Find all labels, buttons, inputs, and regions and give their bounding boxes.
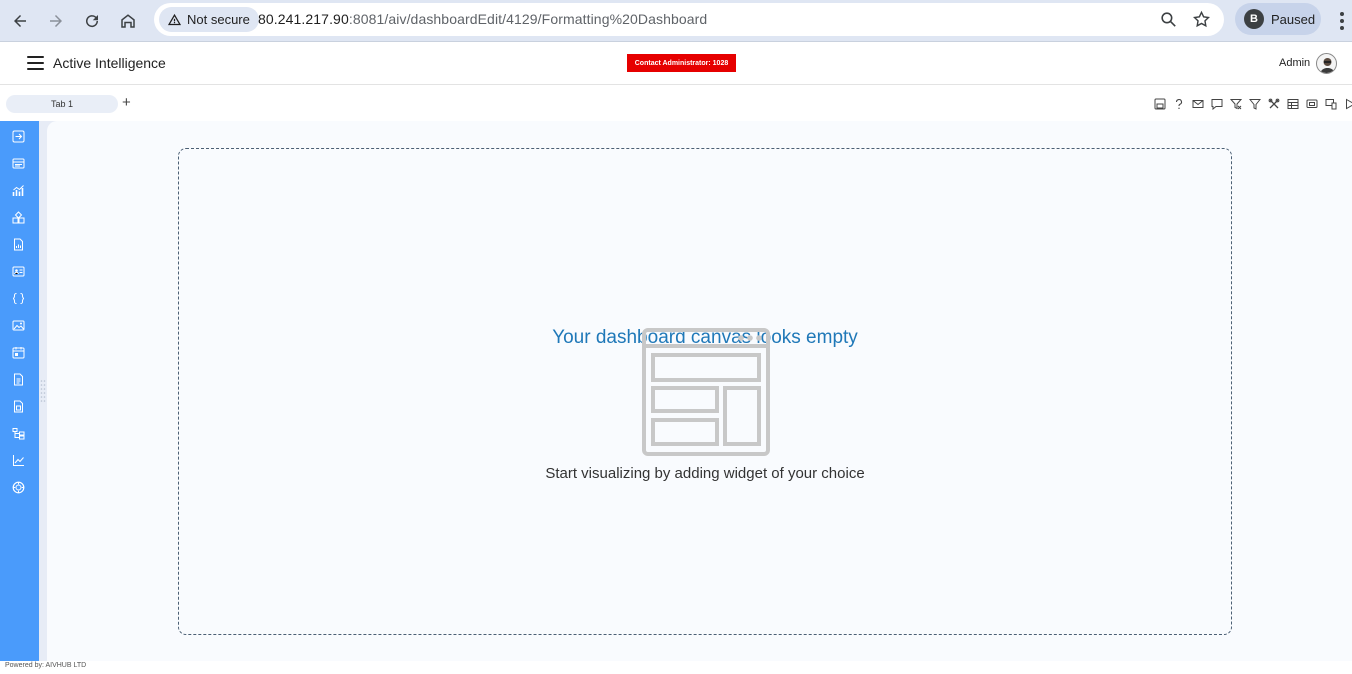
user-avatar-icon	[1320, 58, 1335, 73]
tab-1[interactable]: Tab 1	[6, 95, 118, 113]
add-tab-icon[interactable]: +	[122, 94, 131, 112]
reload-button[interactable]	[78, 7, 106, 35]
code-block-icon[interactable]	[12, 292, 25, 305]
image-icon[interactable]	[12, 319, 25, 332]
address-bar[interactable]: Not secure 80.241.217.90:8081/aiv/dashbo…	[154, 3, 1224, 36]
forward-button[interactable]	[42, 7, 70, 35]
home-button[interactable]	[114, 7, 142, 35]
profile-button[interactable]: B Paused	[1235, 3, 1321, 35]
clear-filter-icon[interactable]	[1229, 97, 1242, 110]
app-header: Active Intelligence Contact Administrato…	[0, 43, 1352, 85]
help-icon[interactable]	[1172, 97, 1185, 110]
warning-icon	[167, 13, 182, 26]
profile-card-icon[interactable]	[12, 265, 25, 278]
sidebar-resize-handle[interactable]	[40, 379, 46, 403]
gauge-icon[interactable]	[12, 481, 25, 494]
workspace: Your dashboard canvas looks empty Start …	[0, 121, 1352, 661]
hamburger-menu-icon[interactable]	[27, 56, 44, 70]
calendar-icon[interactable]	[12, 346, 25, 359]
home-icon	[121, 14, 135, 28]
security-chip[interactable]: Not secure	[159, 7, 259, 32]
play-icon[interactable]	[1343, 97, 1352, 110]
filter-icon[interactable]	[1248, 97, 1261, 110]
dashboard-tab-bar: Tab 1 +	[0, 86, 1352, 121]
widgets-icon[interactable]	[12, 211, 25, 224]
chart-icon[interactable]	[12, 184, 25, 197]
profile-avatar: B	[1244, 9, 1264, 29]
card-icon[interactable]	[12, 157, 25, 170]
comment-icon[interactable]	[1210, 97, 1223, 110]
back-button[interactable]	[6, 7, 34, 35]
browser-toolbar: Not secure 80.241.217.90:8081/aiv/dashbo…	[0, 0, 1352, 42]
license-notice: Contact Administrator: 1028	[627, 54, 736, 72]
trend-icon[interactable]	[12, 454, 25, 467]
preview-icon[interactable]	[1305, 97, 1318, 110]
arrow-left-icon	[14, 15, 26, 27]
security-label: Not secure	[187, 12, 250, 27]
reload-icon	[86, 15, 99, 28]
arrow-right-icon	[50, 15, 62, 27]
mail-icon[interactable]	[1191, 97, 1204, 110]
empty-canvas-subtitle: Start visualizing by adding widget of yo…	[545, 465, 865, 482]
dashboard-toolbar	[1153, 97, 1352, 110]
report-icon[interactable]	[12, 238, 25, 251]
import-icon[interactable]	[12, 130, 25, 143]
url-path: :8081/aiv/dashboardEdit/4129/Formatting%…	[348, 11, 708, 27]
empty-layout-illustration-icon	[642, 328, 770, 456]
user-name[interactable]: Admin	[1279, 57, 1310, 69]
profile-status: Paused	[1271, 11, 1316, 27]
powered-by-text: Powered by: AIVHUB LTD	[5, 662, 87, 669]
widget-sidebar	[0, 121, 39, 661]
document-icon[interactable]	[12, 373, 25, 386]
zoom-icon[interactable]	[1159, 10, 1178, 29]
brand-title: Active Intelligence	[53, 55, 166, 71]
tree-icon[interactable]	[12, 427, 25, 440]
bookmark-star-icon[interactable]	[1192, 10, 1211, 29]
dashboard-canvas-dropzone[interactable]: Your dashboard canvas looks empty Start …	[178, 148, 1232, 635]
table-icon[interactable]	[1286, 97, 1299, 110]
url-host: 80.241.217.90	[258, 11, 349, 27]
tools-icon[interactable]	[1267, 97, 1280, 110]
url-text[interactable]: 80.241.217.90:8081/aiv/dashboardEdit/412…	[258, 11, 707, 27]
more-vert-icon[interactable]	[1333, 10, 1351, 32]
file-icon[interactable]	[12, 400, 25, 413]
responsive-icon[interactable]	[1324, 97, 1337, 110]
save-icon[interactable]	[1153, 97, 1166, 110]
user-avatar[interactable]	[1316, 53, 1337, 74]
footer: Powered by: AIVHUB LTD	[0, 661, 1352, 674]
